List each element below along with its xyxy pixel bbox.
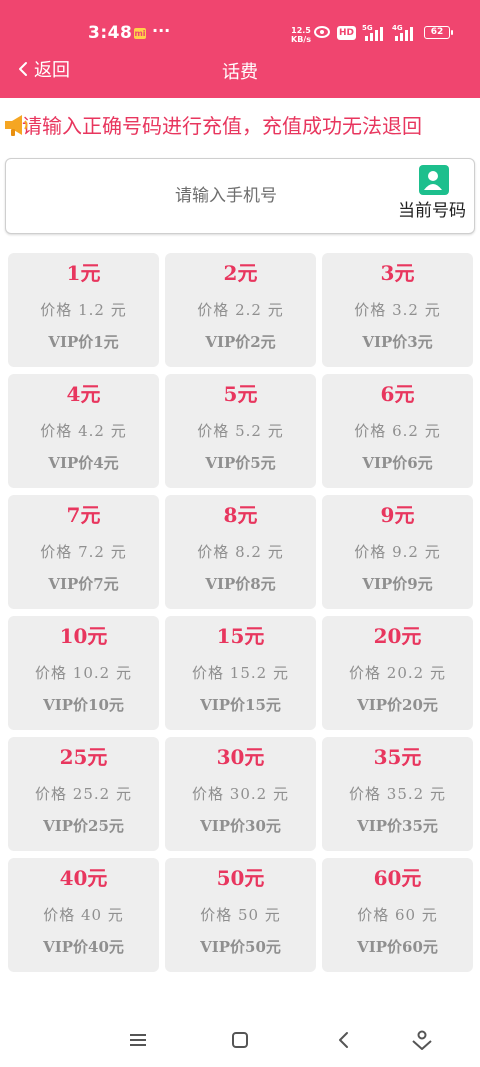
recharge-price: 价格 4.2 元 (40, 422, 127, 440)
recharge-vip-price: VIP价40元 (43, 938, 124, 956)
recharge-vip-price: VIP价4元 (48, 454, 119, 472)
recharge-vip-price: VIP价7元 (48, 575, 119, 593)
battery-icon: 62 (424, 26, 453, 39)
hotspot-icon (314, 26, 330, 38)
current-number-label: 当前号码 (398, 201, 466, 221)
phone-number-input[interactable] (126, 183, 326, 209)
recharge-option-card[interactable]: 10元价格 10.2 元 VIP价10元 (8, 616, 159, 730)
status-time: 3:48 (88, 23, 133, 43)
recharge-price: 价格 25.2 元 (35, 785, 132, 803)
recharge-price: 价格 10.2 元 (35, 664, 132, 682)
recharge-option-card[interactable]: 2元价格 2.2 元 VIP价2元 (165, 253, 316, 367)
recharge-vip-price: VIP价9元 (362, 575, 433, 593)
recharge-vip-price: VIP价8元 (205, 575, 276, 593)
recharge-price: 价格 20.2 元 (349, 664, 446, 682)
home-icon[interactable] (226, 1028, 254, 1052)
megaphone-icon (5, 115, 28, 136)
recharge-vip-price: VIP价35元 (357, 817, 438, 835)
recharge-amount: 20元 (373, 624, 422, 648)
recharge-vip-price: VIP价60元 (357, 938, 438, 956)
recharge-vip-price: VIP价3元 (362, 333, 433, 351)
recharge-amount: 60元 (373, 866, 422, 890)
recharge-price: 价格 50 元 (200, 906, 281, 924)
recharge-vip-price: VIP价15元 (200, 696, 281, 714)
recharge-amount: 2元 (223, 261, 258, 285)
recharge-amount: 1元 (66, 261, 101, 285)
hd-voice-icon: HD (337, 26, 356, 40)
recharge-price: 价格 3.2 元 (354, 301, 441, 319)
recharge-amount: 7元 (66, 503, 101, 527)
back-icon[interactable] (330, 1028, 358, 1052)
phone-number-box: 当前号码 (5, 158, 475, 234)
recharge-option-card[interactable]: 9元价格 9.2 元 VIP价9元 (322, 495, 473, 609)
status-bar: 3:48 mi ··· 12.5 KB/s HD 5G 4G 62 (0, 0, 480, 46)
recharge-option-card[interactable]: 20元价格 20.2 元 VIP价20元 (322, 616, 473, 730)
recharge-vip-price: VIP价30元 (200, 817, 281, 835)
recharge-amount: 40元 (59, 866, 108, 890)
recharge-amount: 15元 (216, 624, 265, 648)
recharge-vip-price: VIP价50元 (200, 938, 281, 956)
network-speed: 12.5 KB/s (291, 26, 311, 44)
recharge-amount: 25元 (59, 745, 108, 769)
recharge-option-card[interactable]: 15元价格 15.2 元 VIP价15元 (165, 616, 316, 730)
recharge-amount: 6元 (380, 382, 415, 406)
notice-text: 请输入正确号码进行充值，充值成功无法退回 (22, 114, 422, 138)
recharge-price: 价格 30.2 元 (192, 785, 289, 803)
recharge-option-card[interactable]: 35元价格 35.2 元 VIP价35元 (322, 737, 473, 851)
recharge-price: 价格 7.2 元 (40, 543, 127, 561)
recharge-price: 价格 5.2 元 (197, 422, 284, 440)
recharge-price: 价格 6.2 元 (354, 422, 441, 440)
recharge-price: 价格 15.2 元 (192, 664, 289, 682)
mi-notification-icon: mi (134, 28, 146, 39)
header-bar: 3:48 mi ··· 12.5 KB/s HD 5G 4G 62 返回 话费 (0, 0, 480, 98)
recharge-vip-price: VIP价1元 (48, 333, 119, 351)
recharge-option-card[interactable]: 8元价格 8.2 元 VIP价8元 (165, 495, 316, 609)
recharge-option-card[interactable]: 1元价格 1.2 元 VIP价1元 (8, 253, 159, 367)
recharge-option-card[interactable]: 30元价格 30.2 元 VIP价30元 (165, 737, 316, 851)
recharge-amount: 5元 (223, 382, 258, 406)
notice-banner: 请输入正确号码进行充值，充值成功无法退回 (0, 112, 480, 140)
contact-icon (419, 165, 449, 195)
signal-2-icon (395, 27, 413, 41)
recharge-price: 价格 1.2 元 (40, 301, 127, 319)
recharge-amount: 35元 (373, 745, 422, 769)
recharge-amount: 10元 (59, 624, 108, 648)
recharge-price: 价格 8.2 元 (197, 543, 284, 561)
recharge-vip-price: VIP价5元 (205, 454, 276, 472)
recharge-option-card[interactable]: 25元价格 25.2 元 VIP价25元 (8, 737, 159, 851)
recharge-option-card[interactable]: 50元价格 50 元 VIP价50元 (165, 858, 316, 972)
recharge-vip-price: VIP价2元 (205, 333, 276, 351)
recharge-price: 价格 9.2 元 (354, 543, 441, 561)
signal-1-icon (365, 27, 383, 41)
recharge-amount: 3元 (380, 261, 415, 285)
recharge-option-card[interactable]: 6元价格 6.2 元 VIP价6元 (322, 374, 473, 488)
current-number-button[interactable]: 当前号码 (391, 163, 473, 223)
recharge-vip-price: VIP价20元 (357, 696, 438, 714)
recharge-option-card[interactable]: 60元价格 60 元 VIP价60元 (322, 858, 473, 972)
recharge-option-card[interactable]: 5元价格 5.2 元 VIP价5元 (165, 374, 316, 488)
recharge-option-card[interactable]: 4元价格 4.2 元 VIP价4元 (8, 374, 159, 488)
recharge-option-card[interactable]: 3元价格 3.2 元 VIP价3元 (322, 253, 473, 367)
recharge-amount: 4元 (66, 382, 101, 406)
recharge-amount: 9元 (380, 503, 415, 527)
system-nav-bar (0, 1010, 480, 1067)
recharge-amount: 8元 (223, 503, 258, 527)
recharge-option-card[interactable]: 7元价格 7.2 元 VIP价7元 (8, 495, 159, 609)
assistant-icon[interactable] (408, 1028, 436, 1052)
recharge-price: 价格 40 元 (43, 906, 124, 924)
recharge-amount: 30元 (216, 745, 265, 769)
menu-icon[interactable] (125, 1028, 153, 1052)
recharge-price: 价格 35.2 元 (349, 785, 446, 803)
recharge-vip-price: VIP价6元 (362, 454, 433, 472)
recharge-amount: 50元 (216, 866, 265, 890)
recharge-options-grid: 1元价格 1.2 元 VIP价1元 2元价格 2.2 元 VIP价2元 3元价格 3.2… (8, 253, 473, 972)
recharge-vip-price: VIP价10元 (43, 696, 124, 714)
page-title: 话费 (222, 62, 258, 83)
more-notifications-icon: ··· (152, 21, 171, 40)
recharge-price: 价格 60 元 (357, 906, 438, 924)
recharge-option-card[interactable]: 40元价格 40 元 VIP价40元 (8, 858, 159, 972)
recharge-vip-price: VIP价25元 (43, 817, 124, 835)
recharge-price: 价格 2.2 元 (197, 301, 284, 319)
